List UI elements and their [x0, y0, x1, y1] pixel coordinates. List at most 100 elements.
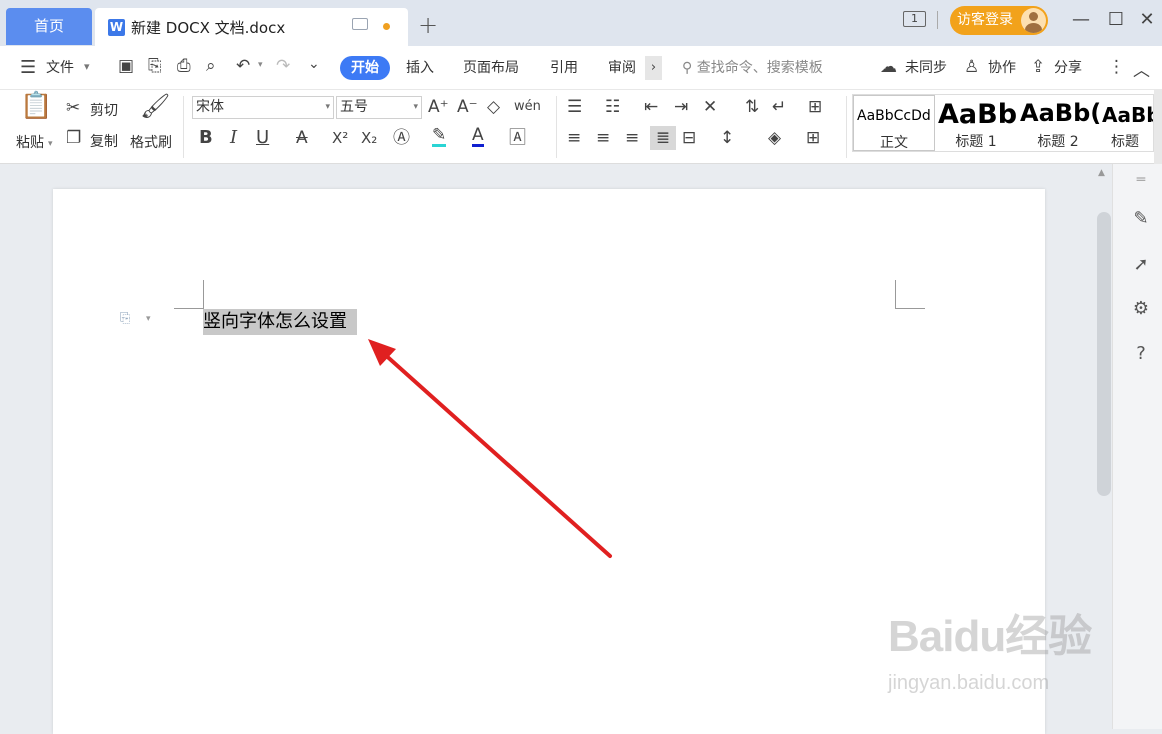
format-painter-button[interactable]: 格式刷: [130, 132, 172, 152]
share-label[interactable]: 分享: [1054, 46, 1082, 90]
unsync-label[interactable]: 未同步: [905, 46, 947, 90]
superscript-button[interactable]: X²: [332, 128, 348, 148]
paragraph-layout-icon[interactable]: ⎘: [120, 311, 136, 327]
font-color-button[interactable]: A: [472, 126, 484, 147]
font-name-select[interactable]: 宋体 ▾: [192, 96, 334, 119]
distributed-icon[interactable]: ⊟: [682, 128, 696, 148]
edit-pen-icon[interactable]: ✎: [1128, 208, 1154, 234]
bold-button[interactable]: B: [199, 128, 213, 148]
decrease-indent-icon[interactable]: ⇤: [644, 97, 658, 117]
window-count-icon[interactable]: 1: [903, 11, 926, 27]
chevron-down-icon: ▾: [413, 102, 418, 112]
tab-references[interactable]: 引用: [550, 46, 578, 90]
sort-icon[interactable]: ⇅: [745, 97, 759, 117]
show-marks-icon[interactable]: ↵: [772, 97, 786, 117]
style-title[interactable]: AaBb 标题: [1099, 95, 1153, 151]
style-heading-2[interactable]: AaBb( 标题 2: [1017, 95, 1101, 151]
monitor-icon[interactable]: [352, 18, 368, 30]
format-painter-icon[interactable]: 🖌: [140, 94, 170, 118]
tab-home[interactable]: 首页: [6, 8, 92, 45]
customize-toolbar-icon[interactable]: ⌄: [308, 56, 320, 72]
cloud-sync-icon[interactable]: ☁: [880, 57, 897, 77]
character-border-icon[interactable]: 🄰: [509, 128, 526, 148]
paste-dropdown-icon[interactable]: ▾: [48, 134, 53, 154]
underline-button[interactable]: U: [256, 128, 269, 148]
chevron-down-icon[interactable]: ▾: [84, 60, 90, 73]
left-edge: [0, 110, 6, 510]
tab-start[interactable]: 开始: [340, 56, 390, 80]
copy-icon[interactable]: ❐: [66, 128, 81, 148]
drag-handle-icon[interactable]: ═: [1128, 172, 1154, 198]
scissors-icon[interactable]: ✂: [66, 98, 80, 118]
minimize-button[interactable]: —: [1069, 8, 1093, 32]
help-icon[interactable]: ?: [1128, 343, 1154, 369]
clear-format-icon[interactable]: ◇: [487, 97, 500, 117]
collapse-ribbon-icon[interactable]: ︿: [1133, 56, 1150, 81]
cut-button[interactable]: 剪切: [90, 100, 118, 120]
select-cursor-icon[interactable]: ➚: [1128, 254, 1154, 280]
more-options-icon[interactable]: ⋮: [1108, 57, 1125, 77]
borders-icon[interactable]: ⊞: [806, 128, 820, 148]
align-right-icon[interactable]: ≡: [625, 128, 639, 148]
shrink-font-button[interactable]: A⁻: [457, 97, 478, 117]
strikethrough-icon[interactable]: A: [296, 128, 308, 148]
paste-icon[interactable]: 📋: [20, 93, 52, 119]
numbered-list-icon[interactable]: ☷: [605, 97, 620, 117]
grow-font-button[interactable]: A⁺: [428, 97, 449, 117]
redo-icon[interactable]: ↷: [276, 56, 290, 76]
pinyin-guide-button[interactable]: wén: [514, 97, 541, 117]
new-tab-button[interactable]: +: [418, 11, 438, 39]
shading-icon[interactable]: ◈: [768, 128, 781, 148]
chevron-down-icon[interactable]: ▾: [146, 314, 151, 324]
selected-text[interactable]: 竖向字体怎么设置: [203, 309, 357, 335]
more-tabs-button[interactable]: ›: [645, 56, 662, 80]
ribbon-scroll[interactable]: [1154, 90, 1162, 164]
visitor-login-button[interactable]: 访客登录: [950, 6, 1048, 35]
style-name: 标题 1: [955, 134, 997, 150]
line-spacing-icon[interactable]: ↕: [720, 128, 734, 148]
chevron-down-icon: ▾: [325, 102, 330, 112]
tab-review[interactable]: 审阅: [608, 46, 636, 90]
scrollbar-thumb[interactable]: [1097, 212, 1111, 496]
undo-dropdown-icon[interactable]: ▾: [258, 60, 263, 70]
paste-button[interactable]: 粘贴: [16, 132, 44, 152]
collaborate-icon[interactable]: ♙: [964, 57, 979, 77]
hamburger-menu-icon[interactable]: ☰: [20, 57, 36, 78]
print-icon[interactable]: ⎙: [177, 56, 191, 76]
table-icon[interactable]: ⊞: [808, 97, 822, 117]
style-normal[interactable]: AaBbCcDd 正文: [853, 95, 935, 151]
font-size-value: 五号: [340, 99, 368, 115]
export-icon[interactable]: ⎘: [148, 56, 162, 76]
unsaved-dot-icon: [383, 23, 390, 30]
title-bar: 首页 W 新建 DOCX 文档.docx + 1 访客登录 — ☐ ✕: [0, 0, 1162, 46]
chinese-layout-icon[interactable]: ✕: [703, 97, 717, 117]
undo-icon[interactable]: ↶: [236, 56, 250, 76]
save-icon[interactable]: ▣: [118, 56, 134, 76]
tab-page-layout[interactable]: 页面布局: [463, 46, 519, 90]
file-menu[interactable]: 文件: [46, 46, 74, 90]
justify-icon[interactable]: ≣: [650, 126, 676, 150]
font-size-select[interactable]: 五号 ▾: [336, 96, 422, 119]
wps-writer-icon: W: [108, 18, 125, 36]
align-center-icon[interactable]: ≡: [596, 128, 610, 148]
print-preview-icon[interactable]: ⌕: [206, 56, 216, 76]
close-button[interactable]: ✕: [1135, 8, 1159, 32]
collaborate-label[interactable]: 协作: [988, 46, 1016, 90]
right-sidebar: [1112, 164, 1162, 729]
share-icon[interactable]: ⇪: [1031, 57, 1045, 77]
text-effect-icon[interactable]: Ⓐ: [393, 128, 410, 148]
tab-insert[interactable]: 插入: [406, 46, 434, 90]
command-search[interactable]: ⚲ 查找命令、搜索模板: [682, 46, 823, 90]
increase-indent-icon[interactable]: ⇥: [674, 97, 688, 117]
subscript-button[interactable]: X₂: [361, 128, 377, 148]
maximize-button[interactable]: ☐: [1104, 8, 1128, 32]
copy-button[interactable]: 复制: [90, 131, 118, 151]
align-left-icon[interactable]: ≡: [567, 128, 581, 148]
style-heading-1[interactable]: AaBb 标题 1: [935, 95, 1017, 151]
scroll-up-icon[interactable]: ▲: [1098, 168, 1105, 178]
bullet-list-icon[interactable]: ☰: [567, 97, 582, 117]
margin-corner: [174, 308, 203, 309]
highlight-icon[interactable]: ✎: [432, 126, 447, 147]
settings-sliders-icon[interactable]: ⚙: [1128, 298, 1154, 324]
italic-button[interactable]: I: [230, 128, 237, 148]
